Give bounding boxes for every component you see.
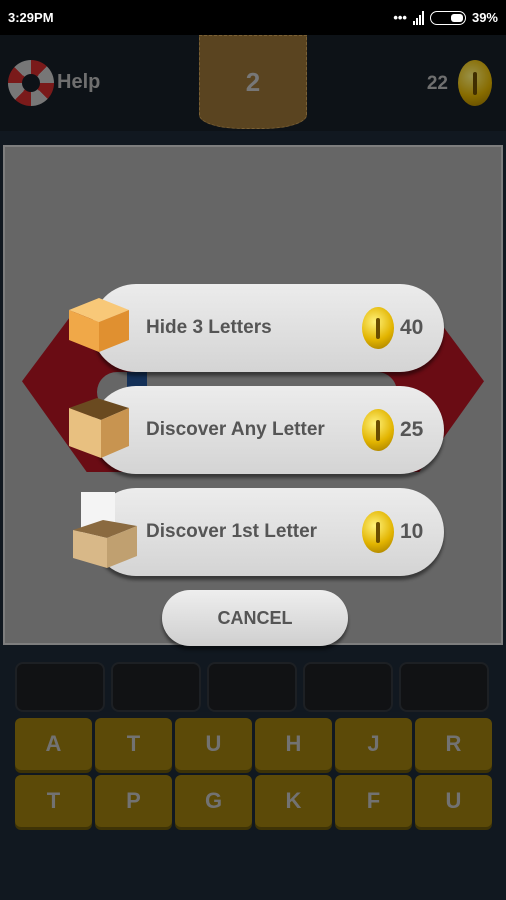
answer-slot[interactable] xyxy=(207,662,297,712)
level-badge: 2 xyxy=(199,35,307,129)
answer-slot[interactable] xyxy=(111,662,201,712)
letter-key[interactable]: J xyxy=(335,718,412,770)
coin-count: 22 xyxy=(426,73,448,94)
letter-key[interactable]: H xyxy=(255,718,332,770)
level-number: 2 xyxy=(245,66,261,97)
answer-slots xyxy=(15,662,489,712)
letter-key[interactable]: T xyxy=(15,775,92,827)
signal-icon xyxy=(412,10,424,25)
cancel-button[interactable]: CANCEL xyxy=(162,590,348,646)
open-cardboard-box-icon xyxy=(73,492,137,568)
battery-percent: 39% xyxy=(471,10,498,25)
help-button[interactable]: Help xyxy=(57,71,100,94)
lifebuoy-icon[interactable] xyxy=(8,60,54,106)
hint-dialog: Hide 3 Letters 40 Discover Any Letter 25… xyxy=(3,145,503,646)
option-label: Discover 1st Letter xyxy=(146,521,318,542)
letter-key[interactable]: G xyxy=(175,775,252,827)
discover-first-letter-option[interactable]: Discover 1st Letter 10 xyxy=(73,488,444,576)
letter-key[interactable]: U xyxy=(175,718,252,770)
letter-keyboard-row-2: T P G K F U xyxy=(15,775,492,827)
letter-key[interactable]: A xyxy=(15,718,92,770)
answer-slot[interactable] xyxy=(15,662,105,712)
letter-key[interactable]: R xyxy=(415,718,492,770)
option-price: 10 xyxy=(400,520,424,543)
option-price: 40 xyxy=(400,316,424,339)
letter-key[interactable]: K xyxy=(255,775,332,827)
clock: 3:29PM xyxy=(8,10,54,25)
answer-slot[interactable] xyxy=(399,662,489,712)
letter-keyboard-row-1: A T U H J R xyxy=(15,718,492,770)
letter-key[interactable]: T xyxy=(95,718,172,770)
game-header: Help 2 22 xyxy=(0,35,506,131)
discover-any-letter-option[interactable]: Discover Any Letter 25 xyxy=(69,386,444,474)
coin-icon xyxy=(362,307,394,349)
option-price: 25 xyxy=(400,418,424,441)
battery-icon xyxy=(429,10,466,25)
open-crate-icon xyxy=(69,398,129,458)
coin-icon xyxy=(362,409,394,451)
letter-key[interactable]: F xyxy=(335,775,412,827)
notification-dots-icon: ••• xyxy=(393,10,407,25)
answer-slot[interactable] xyxy=(303,662,393,712)
letter-key[interactable]: P xyxy=(95,775,172,827)
coin-icon xyxy=(362,511,394,553)
hide-letters-option[interactable]: Hide 3 Letters 40 xyxy=(69,284,444,372)
coin-icon xyxy=(458,60,492,106)
status-bar: 3:29PM ••• 39% xyxy=(0,0,506,35)
option-label: Hide 3 Letters xyxy=(146,317,272,338)
option-label: Discover Any Letter xyxy=(146,419,325,440)
closed-box-icon xyxy=(69,298,129,352)
letter-key[interactable]: U xyxy=(415,775,492,827)
